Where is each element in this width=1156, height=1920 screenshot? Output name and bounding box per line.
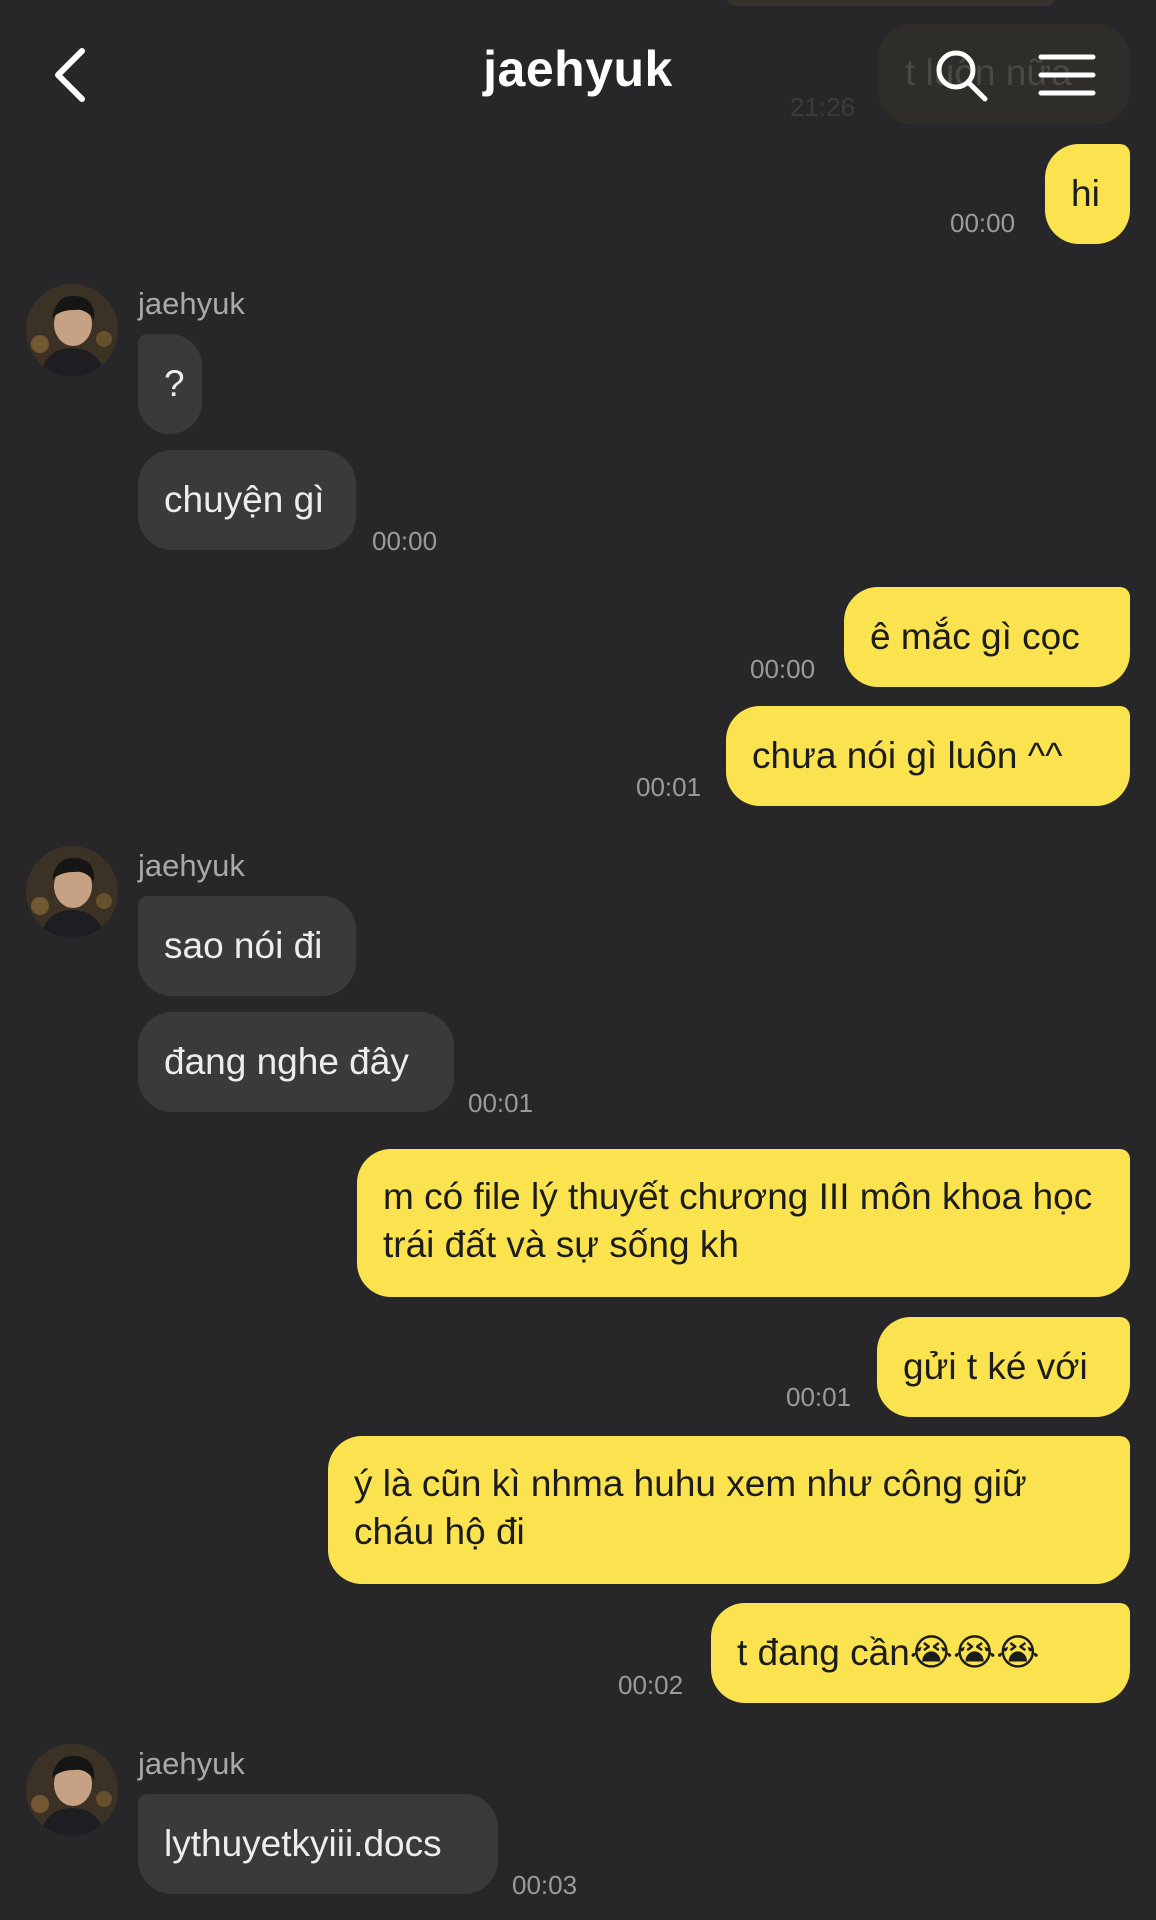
received-message[interactable]: lythuyetkyiii.docs (138, 1794, 498, 1894)
previous-message-edge (726, 0, 1056, 6)
sent-message[interactable]: gửi t ké với (877, 1317, 1130, 1417)
search-icon (936, 50, 988, 102)
message-time: 00:01 (468, 1088, 534, 1118)
search-button[interactable] (926, 40, 996, 110)
message-time: 00:00 (950, 208, 1016, 238)
sent-message[interactable]: ê mắc gì cọc (844, 587, 1130, 687)
sender-avatar[interactable] (26, 1744, 118, 1836)
menu-button[interactable] (1032, 40, 1102, 110)
received-message[interactable]: ? (138, 334, 202, 434)
sent-message[interactable]: t đang cần😭😭😭 (711, 1603, 1130, 1703)
profile-avatar (26, 1744, 118, 1836)
received-message[interactable]: sao nói đi (138, 896, 356, 996)
received-message[interactable]: chuyện gì (138, 450, 356, 550)
sender-name: jaehyuk (138, 1746, 245, 1781)
sent-message[interactable]: ý là cũn kì nhma huhu xem như công giữ c… (328, 1436, 1130, 1584)
profile-avatar (26, 284, 118, 376)
message-time: 00:00 (372, 526, 438, 556)
message-time: 00:00 (750, 654, 816, 684)
sender-name: jaehyuk (138, 286, 245, 321)
message-time: 00:02 (618, 1670, 684, 1700)
sent-message[interactable]: hi (1045, 144, 1130, 244)
message-time: 00:03 (512, 1870, 578, 1900)
chat-header: t luôn nữa 21:26 jaehyuk (0, 0, 1156, 150)
sender-name: jaehyuk (138, 848, 245, 883)
sent-message[interactable]: m có file lý thuyết chương III môn khoa … (357, 1149, 1130, 1297)
message-time: 00:01 (786, 1382, 852, 1412)
message-time: 00:01 (636, 772, 702, 802)
profile-avatar (26, 846, 118, 938)
received-message[interactable]: đang nghe đây (138, 1012, 454, 1112)
sender-avatar[interactable] (26, 284, 118, 376)
hamburger-menu-icon (1038, 54, 1096, 96)
sent-message[interactable]: chưa nói gì luôn ^^ (726, 706, 1130, 806)
sender-avatar[interactable] (26, 846, 118, 938)
